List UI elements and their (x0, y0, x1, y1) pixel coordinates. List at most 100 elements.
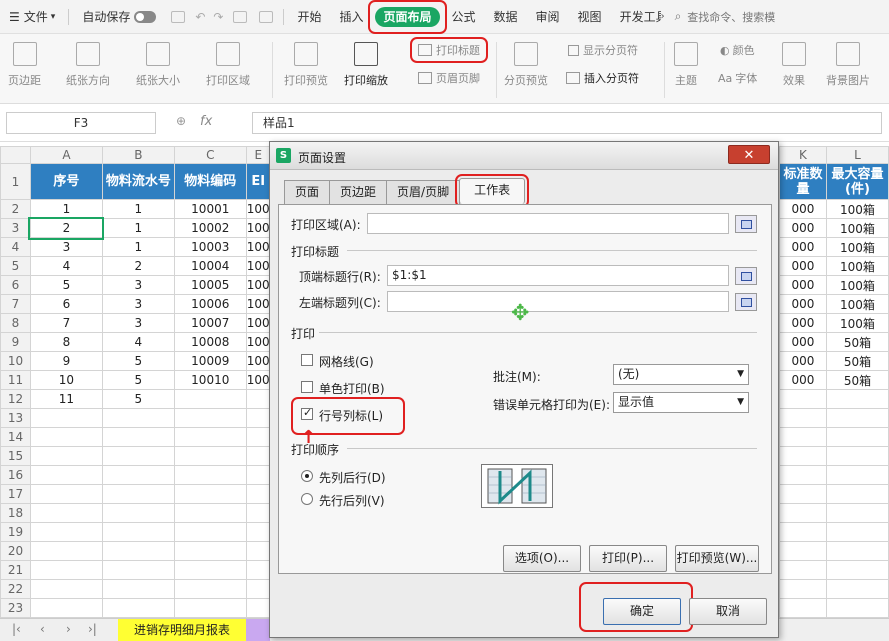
ok-button[interactable]: 确定 (603, 598, 681, 625)
show-page-breaks-checkbox[interactable]: 显示分页符 (568, 42, 638, 58)
autosave-toggle[interactable]: 自动保存 (73, 0, 165, 34)
row-header[interactable]: 11 (0, 370, 31, 390)
table-cell[interactable] (825, 541, 889, 561)
table-cell[interactable]: 6 (29, 294, 103, 314)
row-col-headers-checkbox[interactable] (301, 406, 313, 420)
table-cell[interactable] (101, 579, 175, 599)
table-cell[interactable]: 100箱 (825, 275, 889, 295)
header-cell[interactable]: 标准数量 (779, 163, 827, 200)
tab-home[interactable]: 开始 (288, 0, 330, 34)
effects-button[interactable]: 效果 (782, 42, 806, 88)
table-cell[interactable] (779, 408, 827, 428)
table-cell[interactable]: 5 (29, 275, 103, 295)
table-cell[interactable]: 9 (29, 351, 103, 371)
table-cell[interactable]: 10010 (173, 370, 247, 390)
row-header[interactable]: 21 (0, 560, 31, 580)
table-cell[interactable]: 2 (28, 216, 105, 240)
header-cell[interactable]: EI (245, 163, 271, 200)
table-cell[interactable] (101, 503, 175, 523)
table-cell[interactable]: 100 (245, 199, 271, 219)
tab-header-footer[interactable]: 页眉/页脚 (386, 180, 461, 204)
table-cell[interactable] (245, 427, 271, 447)
table-cell[interactable]: 3 (101, 294, 175, 314)
header-cell[interactable]: 物料编码 (173, 163, 247, 200)
tab-insert[interactable]: 插入 (330, 0, 372, 34)
table-cell[interactable]: 50箱 (825, 332, 889, 352)
table-cell[interactable]: 4 (101, 332, 175, 352)
collapse-dialog-icon[interactable] (735, 215, 757, 233)
over-then-down-radio[interactable] (301, 493, 313, 505)
monochrome-checkbox[interactable] (301, 381, 313, 393)
table-cell[interactable]: 100 (245, 351, 271, 371)
table-cell[interactable] (245, 389, 271, 409)
table-cell[interactable]: 7 (29, 313, 103, 333)
options-button[interactable]: 选项(O)... (503, 545, 581, 572)
table-cell[interactable]: 100 (245, 256, 271, 276)
column-header[interactable]: L (825, 146, 889, 164)
table-cell[interactable] (29, 560, 103, 580)
orientation-button[interactable]: 纸张方向 (66, 42, 110, 88)
row-header[interactable]: 2 (0, 199, 31, 219)
table-cell[interactable] (173, 446, 247, 466)
print-scale-button[interactable]: 打印缩放 (344, 42, 388, 88)
table-cell[interactable]: 100箱 (825, 218, 889, 238)
redo-icon[interactable]: ↷ (209, 0, 227, 34)
close-button[interactable]: ✕ (728, 145, 770, 164)
row-header[interactable]: 5 (0, 256, 31, 276)
row-header[interactable]: 9 (0, 332, 31, 352)
column-header[interactable]: A (29, 146, 103, 164)
row-header[interactable]: 17 (0, 484, 31, 504)
fonts-button[interactable]: Aa 字体 (718, 70, 757, 86)
table-cell[interactable] (825, 579, 889, 599)
fx-icon[interactable]: fx (200, 114, 212, 129)
row-header[interactable]: 12 (0, 389, 31, 409)
table-cell[interactable] (101, 484, 175, 504)
table-cell[interactable]: 2 (101, 256, 175, 276)
table-cell[interactable] (29, 541, 103, 561)
tab-page-layout[interactable]: 页面布局 (375, 6, 440, 27)
table-cell[interactable] (29, 408, 103, 428)
left-cols-input[interactable] (387, 291, 729, 312)
table-cell[interactable]: 3 (101, 275, 175, 295)
table-cell[interactable] (101, 465, 175, 485)
name-box[interactable]: F3 (6, 112, 156, 134)
save-icon[interactable] (171, 10, 186, 23)
row-header[interactable]: 3 (0, 218, 31, 238)
table-cell[interactable] (245, 408, 271, 428)
table-cell[interactable] (825, 560, 889, 580)
table-cell[interactable] (101, 560, 175, 580)
collapse-dialog-icon[interactable] (735, 293, 757, 311)
table-cell[interactable]: 000 (779, 370, 827, 390)
row-header[interactable]: 1 (0, 163, 31, 200)
table-cell[interactable] (101, 408, 175, 428)
table-cell[interactable]: 000 (779, 351, 827, 371)
table-cell[interactable] (779, 560, 827, 580)
table-cell[interactable]: 100 (245, 275, 271, 295)
row-header[interactable]: 7 (0, 294, 31, 314)
first-sheet-icon[interactable]: |‹ (12, 622, 21, 636)
margins-button[interactable]: 页边距 (8, 42, 41, 88)
table-cell[interactable] (245, 484, 271, 504)
table-cell[interactable] (173, 579, 247, 599)
table-cell[interactable] (29, 598, 103, 618)
table-cell[interactable] (825, 408, 889, 428)
tab-formulas[interactable]: 公式 (443, 0, 485, 34)
table-cell[interactable] (825, 465, 889, 485)
table-cell[interactable]: 1 (29, 199, 103, 219)
tab-view[interactable]: 视图 (569, 0, 611, 34)
print-area-button[interactable]: 打印区域 (206, 42, 250, 88)
table-cell[interactable] (29, 465, 103, 485)
table-cell[interactable] (29, 503, 103, 523)
table-cell[interactable] (245, 503, 271, 523)
table-cell[interactable] (29, 522, 103, 542)
comments-select[interactable]: (无) ▼ (613, 364, 749, 385)
background-image-button[interactable]: 背景图片 (826, 42, 870, 88)
table-cell[interactable]: 100箱 (825, 294, 889, 314)
print-button[interactable]: 打印(P)... (589, 545, 667, 572)
formula-input[interactable]: 样品1 (252, 112, 882, 134)
table-cell[interactable]: 000 (779, 294, 827, 314)
table-cell[interactable]: 3 (101, 313, 175, 333)
row-header[interactable]: 23 (0, 598, 31, 618)
header-footer-button[interactable]: 页眉页脚 (418, 70, 480, 86)
top-rows-input[interactable]: $1:$1 (387, 265, 729, 286)
